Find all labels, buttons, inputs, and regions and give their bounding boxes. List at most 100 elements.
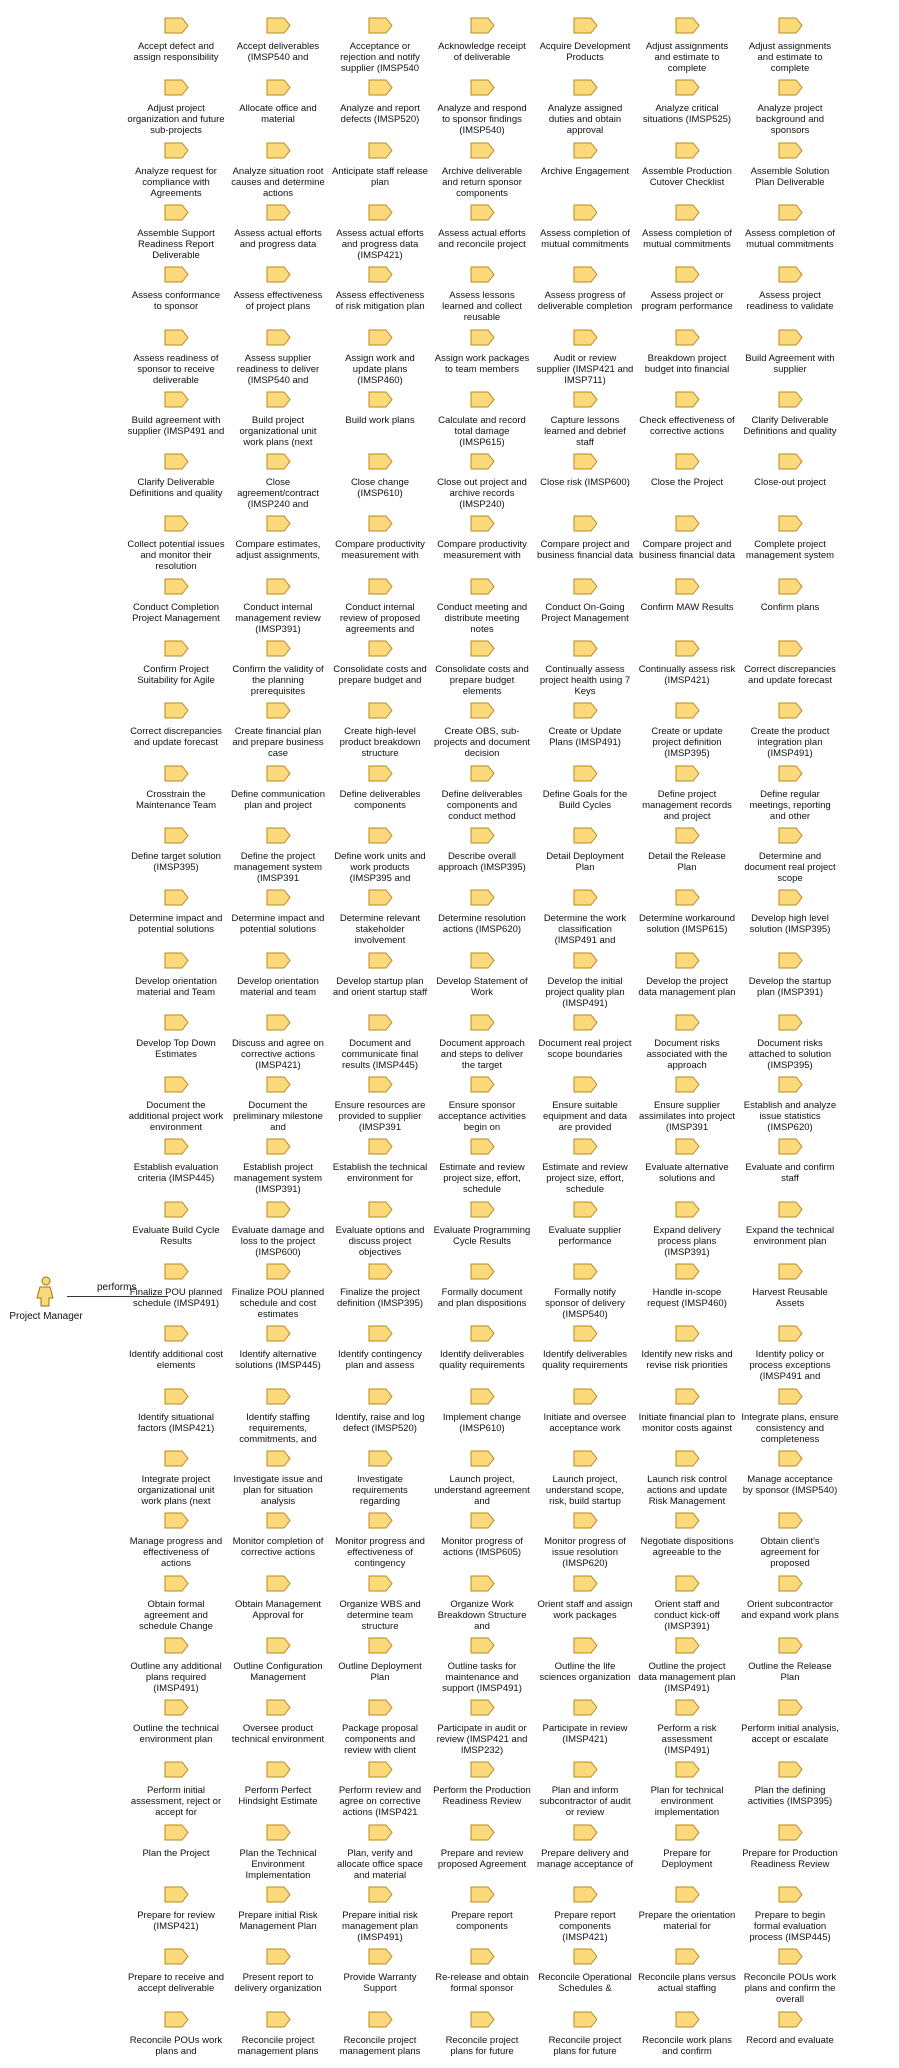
task-node[interactable]: Formally notify sponsor of delivery (IMS…	[536, 1263, 634, 1320]
task-node[interactable]: Orient staff and assign work packages	[536, 1575, 634, 1631]
task-node[interactable]: Complete project management system	[741, 515, 839, 571]
task-node[interactable]: Reconcile plans versus actual staffing	[638, 1948, 736, 2004]
task-node[interactable]: Assess effectiveness of project plans	[229, 266, 327, 322]
task-node[interactable]: Define deliverables components	[331, 765, 429, 821]
task-node[interactable]: Participate in review (IMSP421)	[536, 1699, 634, 1755]
task-node[interactable]: Outline Deployment Plan	[331, 1637, 429, 1693]
task-node[interactable]: Participate in audit or review (IMSP421 …	[433, 1699, 531, 1756]
task-node[interactable]: Prepare for Production Readiness Review	[741, 1824, 839, 1880]
task-node[interactable]: Finalize POU planned schedule (IMSP491)	[127, 1263, 225, 1319]
task-node[interactable]: Perform review and agree on corrective a…	[331, 1761, 429, 1818]
task-node[interactable]: Obtain client's agreement for proposed	[741, 1512, 839, 1569]
task-node[interactable]: Assign work and update plans (IMSP460)	[331, 329, 429, 386]
task-node[interactable]: Identify staffing requirements, commitme…	[229, 1388, 327, 1445]
task-node[interactable]: Prepare the orientation material for	[638, 1886, 736, 1942]
task-node[interactable]: Determine workaround solution (IMSP615)	[638, 889, 736, 945]
task-node[interactable]: Conduct Completion Project Management	[127, 578, 225, 634]
task-node[interactable]: Assess completion of mutual commitments	[536, 204, 634, 260]
task-node[interactable]: Confirm Project Suitability for Agile	[127, 640, 225, 696]
task-node[interactable]: Document the preliminary milestone and	[229, 1076, 327, 1133]
task-node[interactable]: Archive Engagement	[536, 142, 634, 198]
task-node[interactable]: Develop the startup plan (IMSP391)	[741, 952, 839, 1008]
task-node[interactable]: Develop startup plan and orient startup …	[331, 952, 429, 1008]
task-node[interactable]: Prepare to begin formal evaluation proce…	[741, 1886, 839, 1943]
task-node[interactable]: Consolidate costs and prepare budget and	[331, 640, 429, 696]
task-node[interactable]: Package proposal components and review w…	[331, 1699, 429, 1756]
task-node[interactable]: Perform initial assessment, reject or ac…	[127, 1761, 225, 1818]
task-node[interactable]: Assess supplier readiness to deliver (IM…	[229, 329, 327, 386]
task-node[interactable]: Plan the Project	[127, 1824, 225, 1880]
task-node[interactable]: Reconcile project management plans	[331, 2011, 429, 2067]
task-node[interactable]: Expand delivery process plans (IMSP391)	[638, 1201, 736, 1258]
task-node[interactable]: Finalize POU planned schedule and cost e…	[229, 1263, 327, 1320]
task-node[interactable]: Perform initial analysis, accept or esca…	[741, 1699, 839, 1755]
task-node[interactable]: Estimate and review project size, effort…	[433, 1138, 531, 1195]
task-node[interactable]: Close agreement/contract (IMSP240 and	[229, 453, 327, 510]
task-node[interactable]: Document real project scope boundaries	[536, 1014, 634, 1070]
task-node[interactable]: Plan and inform subcontractor of audit o…	[536, 1761, 634, 1818]
task-node[interactable]: Reconcile work plans and confirm	[638, 2011, 736, 2067]
task-node[interactable]: Expand the technical environment plan	[741, 1201, 839, 1257]
task-node[interactable]: Correct discrepancies and update forecas…	[741, 640, 839, 696]
task-node[interactable]: Establish and analyze issue statistics (…	[741, 1076, 839, 1133]
task-node[interactable]: Prepare initial risk management plan (IM…	[331, 1886, 429, 1943]
task-node[interactable]: Create OBS, sub-projects and document de…	[433, 702, 531, 759]
task-node[interactable]: Identify contingency plan and assess	[331, 1325, 429, 1381]
task-node[interactable]: Close-out project	[741, 453, 839, 509]
task-node[interactable]: Audit or review supplier (IMSP421 and IM…	[536, 329, 634, 386]
task-node[interactable]: Compare estimates, adjust assignments,	[229, 515, 327, 571]
task-node[interactable]: Determine impact and potential solutions	[229, 889, 327, 945]
task-node[interactable]: Conduct internal review of proposed agre…	[331, 578, 429, 635]
task-node[interactable]: Identify alternative solutions (IMSP445)	[229, 1325, 327, 1381]
task-node[interactable]: Reconcile project plans for future	[433, 2011, 531, 2067]
task-node[interactable]: Compare productivity measurement with	[331, 515, 429, 571]
task-node[interactable]: Create high-level product breakdown stru…	[331, 702, 429, 759]
task-node[interactable]: Determine the work classification (IMSP4…	[536, 889, 634, 946]
task-node[interactable]: Adjust assignments and estimate to compl…	[741, 17, 839, 74]
task-node[interactable]: Assess completion of mutual commitments	[741, 204, 839, 260]
task-node[interactable]: Develop Top Down Estimates	[127, 1014, 225, 1070]
task-node[interactable]: Assess progress of deliverable completio…	[536, 266, 634, 322]
task-node[interactable]: Archive deliverable and return sponsor c…	[433, 142, 531, 199]
task-node[interactable]: Assemble Support Readiness Report Delive…	[127, 204, 225, 261]
task-node[interactable]: Correct discrepancies and update forecas…	[127, 702, 225, 758]
task-node[interactable]: Consolidate costs and prepare budget ele…	[433, 640, 531, 697]
task-node[interactable]: Define Goals for the Build Cycles	[536, 765, 634, 821]
task-node[interactable]: Outline the Release Plan	[741, 1637, 839, 1693]
task-node[interactable]: Acceptance or rejection and notify suppl…	[331, 17, 429, 74]
task-node[interactable]: Prepare and review proposed Agreement	[433, 1824, 531, 1880]
task-node[interactable]: Accept deliverables (IMSP540 and	[229, 17, 327, 73]
task-node[interactable]: Develop the initial project quality plan…	[536, 952, 634, 1009]
task-node[interactable]: Discuss and agree on corrective actions …	[229, 1014, 327, 1071]
task-node[interactable]: Determine relevant stakeholder involveme…	[331, 889, 429, 946]
task-node[interactable]: Evaluate supplier performance	[536, 1201, 634, 1257]
task-node[interactable]: Plan the Technical Environment Implement…	[229, 1824, 327, 1881]
task-node[interactable]: Collect potential issues and monitor the…	[127, 515, 225, 572]
task-node[interactable]: Compare project and business financial d…	[536, 515, 634, 571]
task-node[interactable]: Document and communicate final results (…	[331, 1014, 429, 1071]
task-node[interactable]: Describe overall approach (IMSP395)	[433, 827, 531, 883]
task-node[interactable]: Evaluate Build Cycle Results	[127, 1201, 225, 1257]
task-node[interactable]: Close the Project	[638, 453, 736, 509]
task-node[interactable]: Create the product integration plan (IMS…	[741, 702, 839, 759]
task-node[interactable]: Assess actual efforts and progress data	[229, 204, 327, 260]
task-node[interactable]: Assemble Solution Plan Deliverable	[741, 142, 839, 198]
task-node[interactable]: Compare productivity measurement with	[433, 515, 531, 571]
task-node[interactable]: Assess project readiness to validate	[741, 266, 839, 322]
task-node[interactable]: Plan the defining activities (IMSP395)	[741, 1761, 839, 1817]
task-node[interactable]: Reconcile project plans for future	[536, 2011, 634, 2067]
task-node[interactable]: Oversee product technical environment	[229, 1699, 327, 1755]
task-node[interactable]: Identify, raise and log defect (IMSP520)	[331, 1388, 429, 1444]
task-node[interactable]: Assign work packages to team members	[433, 329, 531, 385]
task-node[interactable]: Ensure resources are provided to supplie…	[331, 1076, 429, 1133]
task-node[interactable]: Build agreement with supplier (IMSP491 a…	[127, 391, 225, 447]
actor-project-manager[interactable]: Project Manager	[0, 1276, 92, 1324]
task-node[interactable]: Define communication plan and project	[229, 765, 327, 821]
task-node[interactable]: Detail the Release Plan	[638, 827, 736, 883]
task-node[interactable]: Monitor progress and effectiveness of co…	[331, 1512, 429, 1569]
task-node[interactable]: Capture lessons learned and debrief staf…	[536, 391, 634, 448]
task-node[interactable]: Assess lessons learned and collect reusa…	[433, 266, 531, 323]
task-node[interactable]: Evaluate and confirm staff	[741, 1138, 839, 1194]
task-node[interactable]: Calculate and record total damage (IMSP6…	[433, 391, 531, 448]
task-node[interactable]: Assess completion of mutual commitments	[638, 204, 736, 260]
